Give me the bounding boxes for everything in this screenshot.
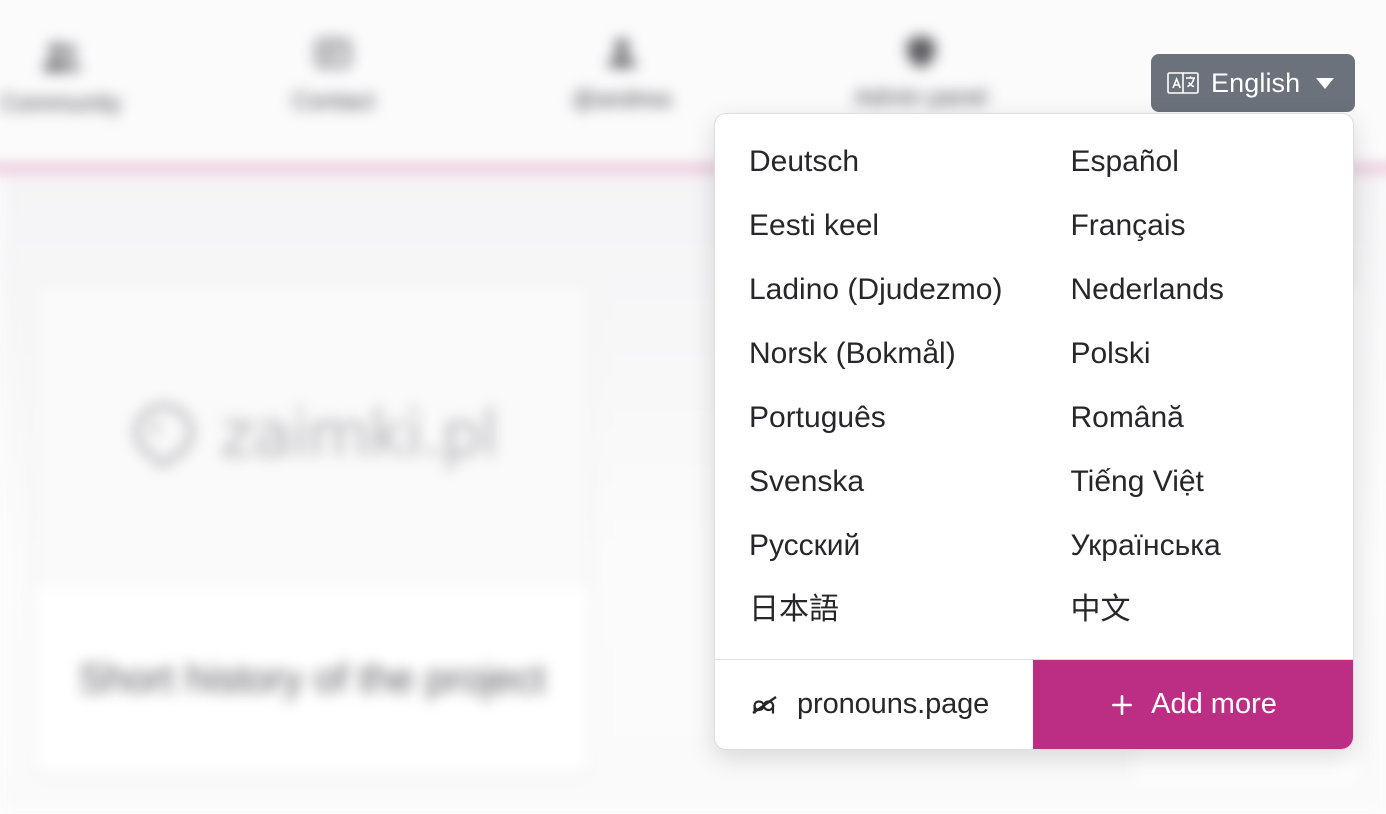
app-root: Community Contact @andrea Admin panel za… — [0, 0, 1386, 814]
card-media: zaimki.pl — [35, 285, 589, 585]
language-option[interactable]: Ladino (Djudezmo) — [715, 258, 1036, 322]
language-option[interactable]: Español — [1036, 130, 1353, 194]
pronouns-page-link[interactable]: pronouns.page — [715, 660, 1033, 749]
dropdown-footer: pronouns.page Add more — [715, 659, 1353, 749]
language-selector-label: English — [1211, 67, 1301, 98]
language-option[interactable]: Eesti keel — [715, 194, 1036, 258]
language-option[interactable]: Português — [715, 386, 1036, 450]
card-title: Short history of the project — [78, 657, 546, 701]
admin-panel-icon — [906, 35, 935, 68]
nav-item-label: Contact — [292, 88, 375, 115]
nav-item-label: Admin panel — [854, 84, 988, 111]
translate-icon — [1167, 72, 1199, 94]
language-option[interactable]: Deutsch — [715, 130, 1036, 194]
language-option-grid: Deutsch Español Eesti keel Français Ladino (… — [715, 114, 1353, 659]
contact-icon — [315, 39, 351, 68]
nav-item-admin-panel[interactable]: Admin panel — [854, 30, 987, 112]
language-selector-button[interactable]: English — [1151, 54, 1355, 112]
plus-icon — [1112, 694, 1133, 715]
user-icon — [607, 39, 636, 67]
nav-item-label: @andrea — [572, 86, 672, 113]
language-option[interactable]: Nederlands — [1036, 258, 1353, 322]
language-option[interactable]: Українська — [1036, 514, 1353, 578]
language-option[interactable]: 中文 — [1036, 578, 1353, 642]
card-body: Short history of the project — [35, 585, 589, 773]
pronouns-page-label: pronouns.page — [797, 688, 990, 720]
language-option[interactable]: Svenska — [715, 450, 1036, 514]
language-option[interactable]: Română — [1036, 386, 1353, 450]
community-icon — [43, 43, 79, 71]
pronouns-page-logo-icon — [752, 695, 777, 714]
language-option[interactable]: Polski — [1036, 322, 1353, 386]
zaimki-logo: zaimki.pl — [126, 397, 499, 473]
nav-item-label: Community — [0, 90, 122, 117]
zaimki-logo-mark-icon — [134, 402, 195, 467]
language-option[interactable]: Русский — [715, 514, 1036, 578]
zaimki-logo-text: zaimki.pl — [220, 397, 499, 472]
add-more-label: Add more — [1151, 688, 1277, 720]
history-card[interactable]: zaimki.pl Short history of the project — [34, 284, 590, 774]
nav-item-community[interactable]: Community — [0, 36, 121, 118]
nav-item-contact[interactable]: Contact — [292, 34, 375, 116]
chevron-down-icon — [1316, 77, 1335, 89]
add-more-button[interactable]: Add more — [1033, 660, 1353, 749]
nav-item-user[interactable]: @andrea — [572, 32, 671, 114]
language-option[interactable]: 日本語 — [715, 578, 1036, 642]
language-option[interactable]: Tiếng Việt — [1036, 450, 1353, 514]
language-option[interactable]: Français — [1036, 194, 1353, 258]
language-dropdown-panel: Deutsch Español Eesti keel Français Ladino (… — [714, 113, 1354, 750]
language-option[interactable]: Norsk (Bokmål) — [715, 322, 1036, 386]
